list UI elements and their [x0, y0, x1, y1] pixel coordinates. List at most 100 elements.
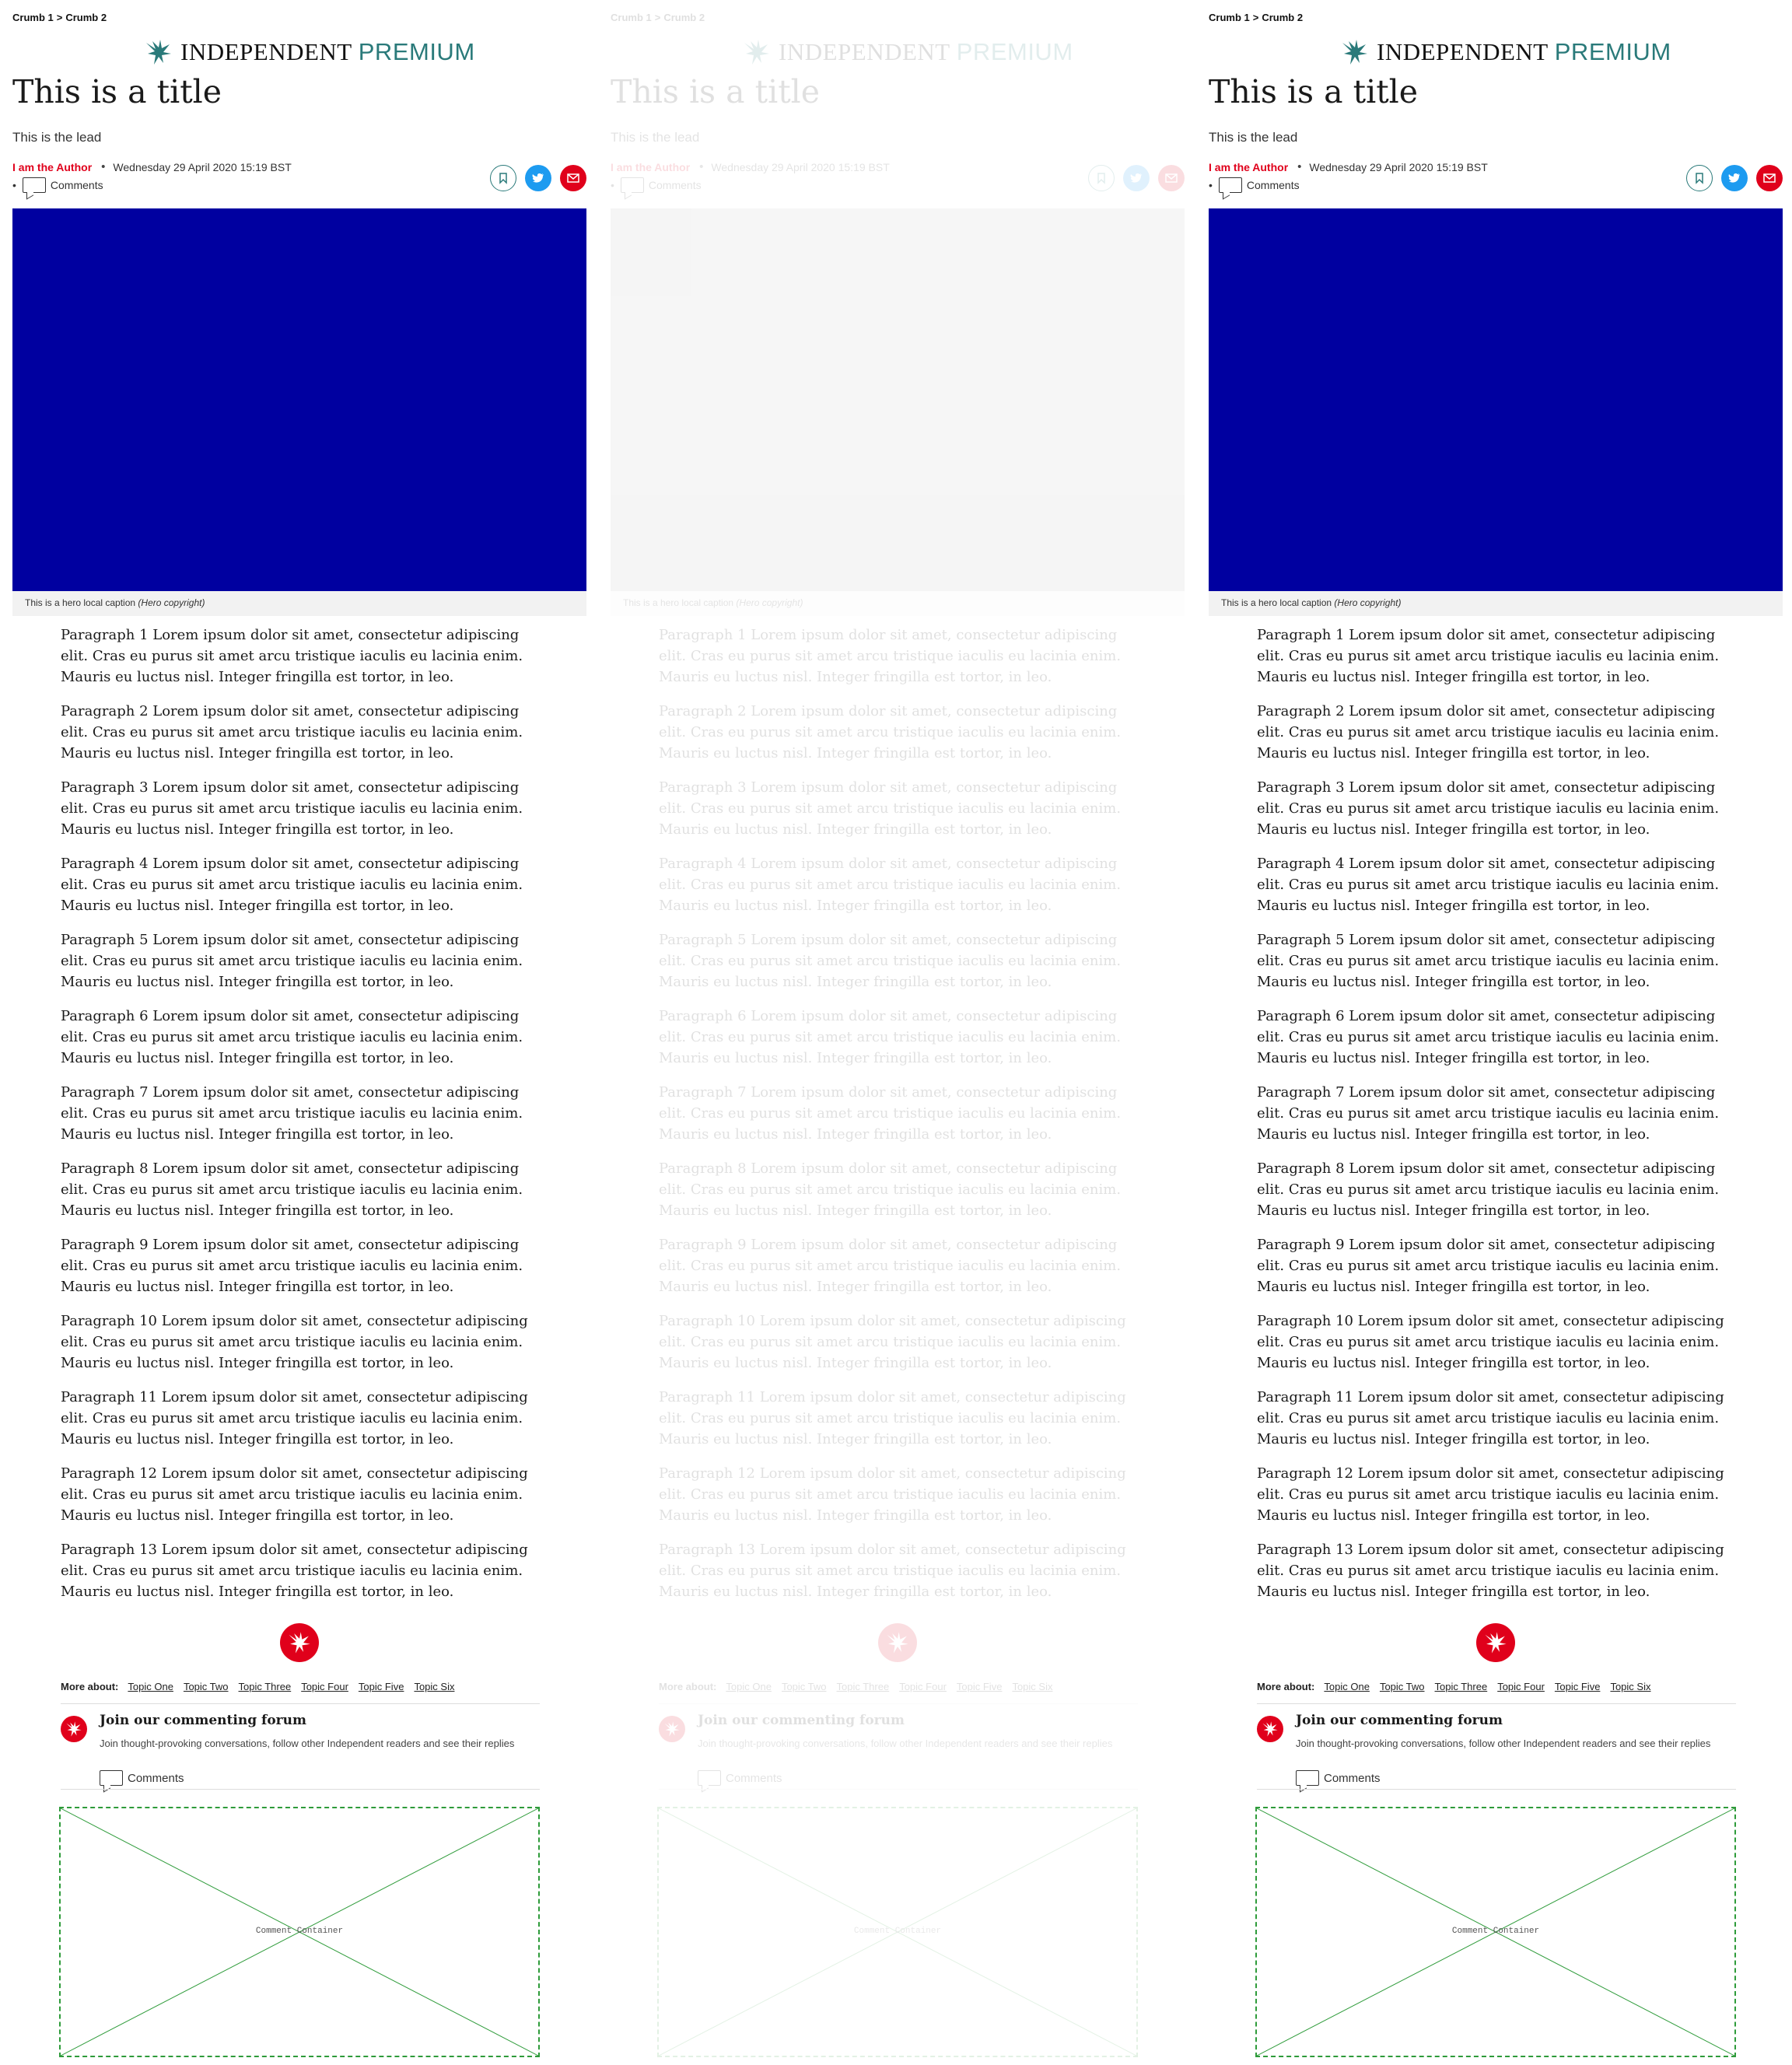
- article-paragraph: Paragraph 9 Lorem ipsum dolor sit amet, …: [659, 1237, 1122, 1295]
- breadcrumb-separator: >: [56, 12, 63, 23]
- article-paragraph: Paragraph 10 Lorem ipsum dolor sit amet,…: [1257, 1313, 1724, 1371]
- topic-link[interactable]: Topic Five: [1555, 1681, 1601, 1692]
- eagle-icon: [1262, 1721, 1278, 1737]
- article-paragraph: Paragraph 11 Lorem ipsum dolor sit amet,…: [61, 1389, 528, 1447]
- publish-date: Wednesday 29 April 2020 15:19 BST: [711, 160, 890, 173]
- divider: [659, 1789, 1138, 1790]
- forum-comments-link[interactable]: Comments: [1296, 1770, 1381, 1786]
- article-paragraph: Paragraph 7 Lorem ipsum dolor sit amet, …: [1257, 1084, 1720, 1143]
- eagle-badge: [1476, 1623, 1515, 1662]
- breadcrumb-item[interactable]: Crumb 1: [12, 12, 54, 23]
- author-link[interactable]: I am the Author: [611, 161, 690, 173]
- bookmark-icon[interactable]: [490, 165, 516, 191]
- forum-comments-label: Comments: [1324, 1771, 1381, 1785]
- logo-wordmark: INDEPENDENT: [1377, 38, 1549, 65]
- forum-heading: Join our commenting forum: [1296, 1713, 1503, 1728]
- topic-link[interactable]: Topic Three: [837, 1681, 890, 1692]
- logo-premium: PREMIUM: [956, 38, 1073, 65]
- article-paragraph: Paragraph 5 Lorem ipsum dolor sit amet, …: [659, 932, 1122, 990]
- forum-comments-link[interactable]: Comments: [100, 1770, 184, 1786]
- comment-bubble-icon: [22, 177, 46, 193]
- topic-list: Topic One Topic Two Topic Three Topic Four T…: [726, 1681, 1062, 1692]
- twitter-icon[interactable]: [1123, 165, 1150, 191]
- article-paragraph: Paragraph 1 Lorem ipsum dolor sit amet, …: [1257, 627, 1720, 685]
- brand-logo[interactable]: INDEPENDENT PREMIUM: [741, 36, 1073, 68]
- topic-link[interactable]: Topic Five: [957, 1681, 1003, 1692]
- breadcrumb-item[interactable]: Crumb 1: [611, 12, 652, 23]
- topic-link[interactable]: Topic Six: [1610, 1681, 1650, 1692]
- forum-heading: Join our commenting forum: [698, 1713, 905, 1728]
- topic-link[interactable]: Topic One: [128, 1681, 173, 1692]
- article-paragraph: Paragraph 13 Lorem ipsum dolor sit amet,…: [1257, 1542, 1724, 1600]
- breadcrumb-item[interactable]: Crumb 1: [1209, 12, 1250, 23]
- divider: [1257, 1703, 1736, 1704]
- topic-link[interactable]: Topic Two: [782, 1681, 827, 1692]
- forum-comments-link[interactable]: Comments: [698, 1770, 782, 1786]
- caption-text: This is a hero local caption: [1221, 597, 1332, 608]
- topic-link[interactable]: Topic One: [1324, 1681, 1370, 1692]
- email-icon[interactable]: [1756, 165, 1783, 191]
- article-title: This is a title: [611, 73, 821, 110]
- topic-link[interactable]: Topic Two: [184, 1681, 229, 1692]
- article-paragraph: Paragraph 9 Lorem ipsum dolor sit amet, …: [61, 1237, 523, 1295]
- breadcrumb-item[interactable]: Crumb 2: [1262, 12, 1303, 23]
- email-icon[interactable]: [1158, 165, 1185, 191]
- byline: I am the Author • Wednesday 29 April 202…: [12, 160, 292, 173]
- comment-bubble-icon: [1296, 1770, 1319, 1786]
- share-bar: [490, 165, 586, 191]
- article-paragraph: Paragraph 8 Lorem ipsum dolor sit amet, …: [659, 1160, 1122, 1219]
- more-about-label: More about:: [659, 1681, 717, 1692]
- topic-link[interactable]: Topic One: [726, 1681, 772, 1692]
- twitter-icon[interactable]: [1721, 165, 1748, 191]
- divider: [659, 1703, 1138, 1704]
- topic-link[interactable]: Topic Five: [359, 1681, 404, 1692]
- more-about: More about: Topic One Topic Two Topic Thre…: [659, 1681, 1062, 1692]
- article-title: This is a title: [1209, 73, 1419, 110]
- twitter-icon[interactable]: [525, 165, 551, 191]
- topic-link[interactable]: Topic Four: [899, 1681, 947, 1692]
- eagle-badge: [878, 1623, 917, 1662]
- breadcrumb-item[interactable]: Crumb 2: [663, 12, 705, 23]
- comments-bullet: •: [12, 179, 16, 191]
- article-lead: This is the lead: [12, 130, 102, 145]
- article-paragraph: Paragraph 2 Lorem ipsum dolor sit amet, …: [659, 703, 1122, 761]
- brand-logo[interactable]: INDEPENDENT PREMIUM: [143, 36, 475, 68]
- publish-date: Wednesday 29 April 2020 15:19 BST: [113, 160, 292, 173]
- author-link[interactable]: I am the Author: [1209, 161, 1288, 173]
- topic-link[interactable]: Topic Six: [414, 1681, 454, 1692]
- article-paragraph: Paragraph 4 Lorem ipsum dolor sit amet, …: [61, 856, 523, 914]
- divider: [1257, 1789, 1736, 1790]
- article-paragraph: Paragraph 10 Lorem ipsum dolor sit amet,…: [659, 1313, 1126, 1371]
- topic-link[interactable]: Topic Four: [301, 1681, 348, 1692]
- bookmark-icon[interactable]: [1088, 165, 1115, 191]
- comments-link[interactable]: • Comments: [611, 177, 702, 193]
- comment-container-placeholder: Comment Container: [1255, 1807, 1736, 2057]
- topic-link[interactable]: Topic Four: [1497, 1681, 1545, 1692]
- article-title: This is a title: [12, 73, 222, 110]
- topic-link[interactable]: Topic Six: [1012, 1681, 1052, 1692]
- breadcrumb: Crumb 1 > Crumb 2: [1209, 12, 1303, 23]
- comment-container-placeholder: Comment Container: [657, 1807, 1138, 2057]
- hero-image: [12, 208, 586, 591]
- topic-link[interactable]: Topic Two: [1380, 1681, 1425, 1692]
- article-paragraph: Paragraph 13 Lorem ipsum dolor sit amet,…: [61, 1542, 528, 1600]
- article-body: Paragraph 1 Lorem ipsum dolor sit amet, …: [1257, 625, 1741, 1615]
- brand-logo[interactable]: INDEPENDENT PREMIUM: [1339, 36, 1671, 68]
- article-preview-loading: Crumb 1 > Crumb 2 INDEPENDENT PREMIUM This…: [611, 0, 1185, 2065]
- article-paragraph: Paragraph 2 Lorem ipsum dolor sit amet, …: [1257, 703, 1720, 761]
- bookmark-icon[interactable]: [1686, 165, 1713, 191]
- hero-caption: This is a hero local caption (Hero copyr…: [12, 591, 586, 616]
- article-paragraph: Paragraph 1 Lorem ipsum dolor sit amet, …: [659, 627, 1122, 685]
- topic-link[interactable]: Topic Three: [239, 1681, 292, 1692]
- comments-link[interactable]: • Comments: [1209, 177, 1300, 193]
- topic-link[interactable]: Topic Three: [1435, 1681, 1488, 1692]
- email-icon[interactable]: [560, 165, 586, 191]
- eagle-icon: [744, 40, 769, 65]
- article-paragraph: Paragraph 8 Lorem ipsum dolor sit amet, …: [61, 1160, 523, 1219]
- comments-link[interactable]: • Comments: [12, 177, 103, 193]
- article-preview-left: Crumb 1 > Crumb 2 INDEPENDENT PREMIUM This…: [12, 0, 586, 2065]
- article-body: Paragraph 1 Lorem ipsum dolor sit amet, …: [659, 625, 1143, 1615]
- breadcrumb-item[interactable]: Crumb 2: [65, 12, 107, 23]
- article-paragraph: Paragraph 9 Lorem ipsum dolor sit amet, …: [1257, 1237, 1720, 1295]
- author-link[interactable]: I am the Author: [12, 161, 92, 173]
